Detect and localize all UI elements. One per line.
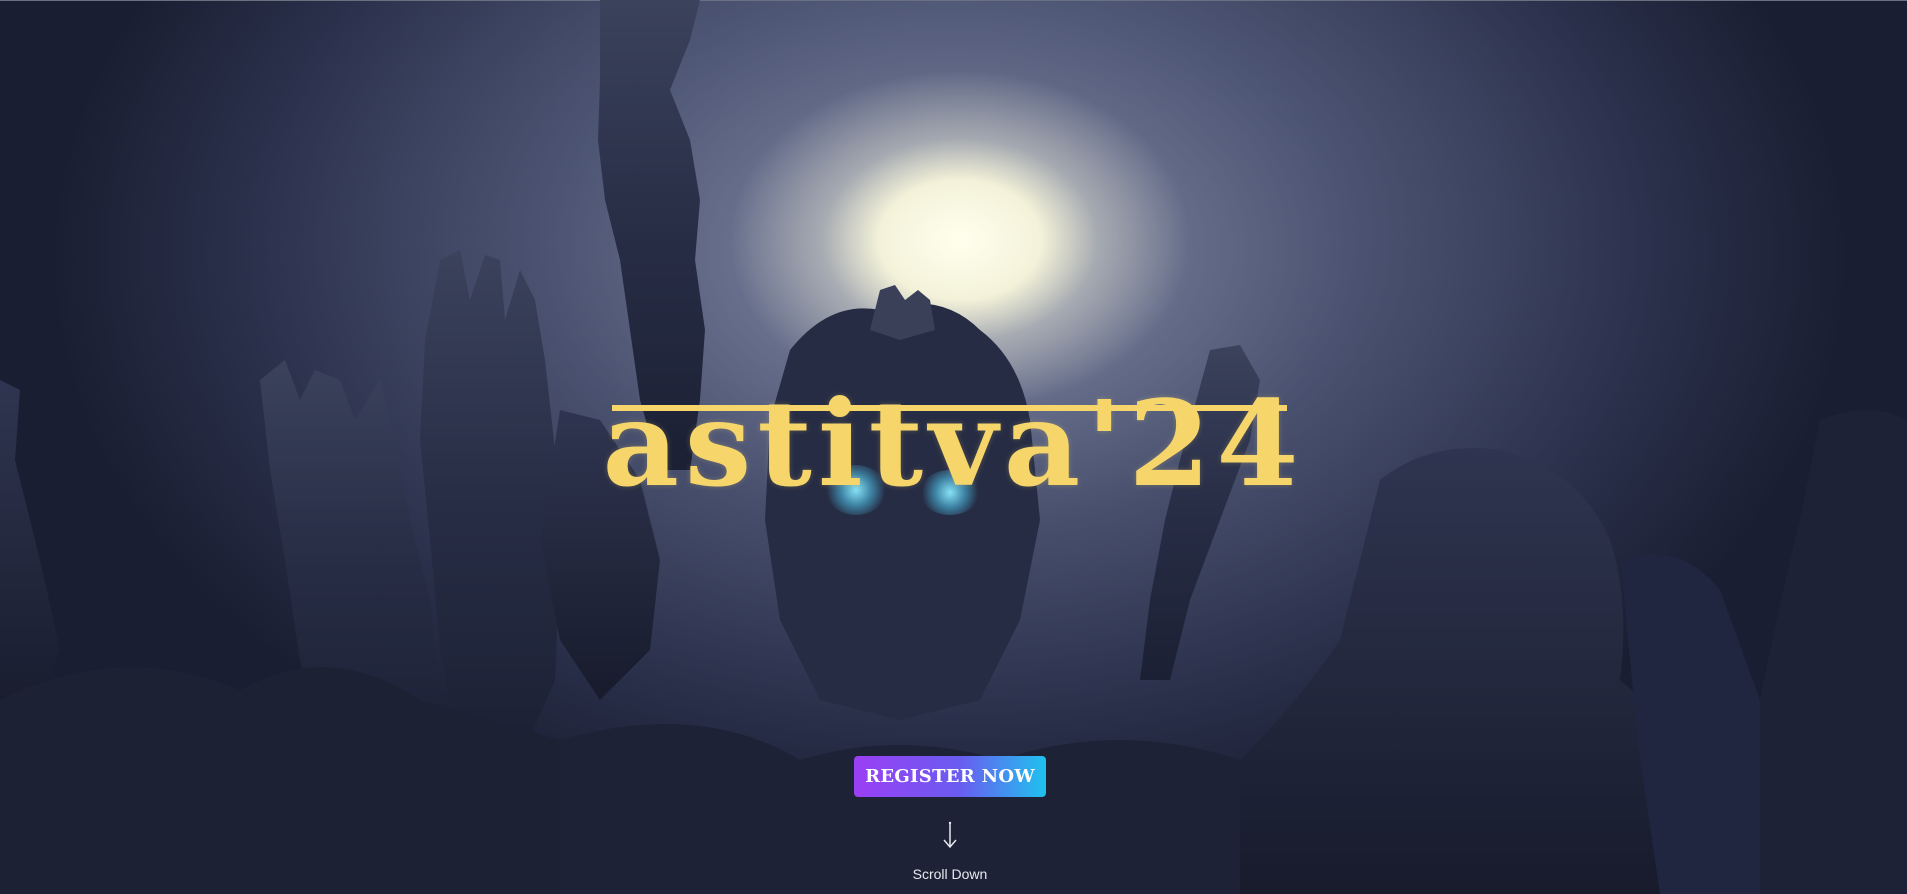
event-title-logo: astitva'24 — [602, 374, 1305, 513]
scroll-down-label[interactable]: Scroll Down — [850, 866, 1050, 882]
arrow-down-icon[interactable] — [940, 820, 960, 850]
hero-section: astitva'24 REGISTER NOW Scroll Down — [0, 0, 1907, 894]
register-now-button[interactable]: REGISTER NOW — [854, 756, 1046, 797]
